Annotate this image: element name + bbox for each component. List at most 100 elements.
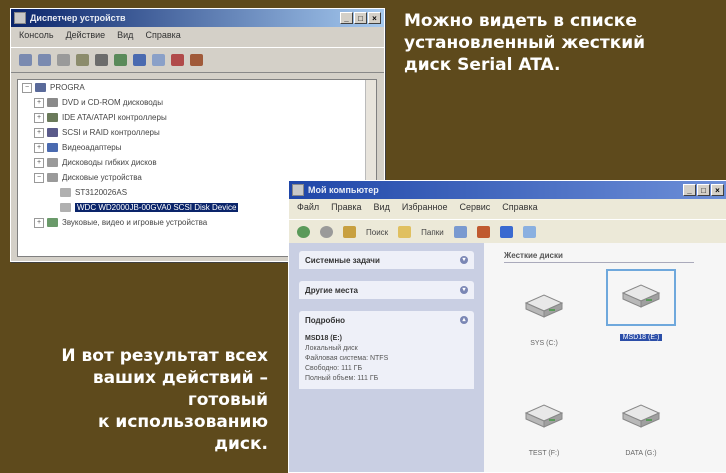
- folders-button[interactable]: Папки: [421, 228, 444, 237]
- chevron-icon[interactable]: ▴: [460, 316, 468, 324]
- properties-icon[interactable]: [76, 54, 89, 66]
- drive-item[interactable]: DATA (G:): [606, 391, 676, 457]
- caption-bottom-line: готовый: [187, 390, 268, 410]
- drive-label: SYS (C:): [530, 340, 558, 347]
- menu-item-edit[interactable]: Правка: [331, 202, 361, 216]
- hard-drive-icon: [621, 404, 661, 428]
- folders-icon[interactable]: [398, 226, 412, 238]
- menu-item-help[interactable]: Справка: [502, 202, 537, 216]
- forward-icon[interactable]: [320, 226, 333, 238]
- tree-item-label: PROGRA: [50, 83, 85, 92]
- drive-item-selected[interactable]: MSD18 (E:): [606, 269, 676, 344]
- ide-controller-icon: [47, 113, 58, 122]
- drive-frame: [606, 269, 676, 326]
- tree-item-label: Дисковые устройства: [62, 173, 142, 182]
- disable-icon[interactable]: [190, 54, 203, 66]
- panel-title: Системные задачи: [305, 255, 380, 265]
- tree-item[interactable]: − PROGRA: [18, 80, 376, 95]
- window-title: Мой компьютер: [308, 185, 379, 195]
- sound-device-icon: [47, 218, 58, 227]
- system-tasks-panel[interactable]: Системные задачи ▾: [299, 251, 474, 269]
- menu-item-view[interactable]: Вид: [374, 202, 390, 216]
- expand-icon[interactable]: +: [34, 127, 44, 138]
- forward-icon[interactable]: [38, 54, 51, 66]
- chevron-icon[interactable]: ▾: [460, 286, 468, 294]
- caption-top-line: установленный жесткий: [404, 33, 646, 53]
- expand-icon[interactable]: +: [34, 157, 44, 168]
- my-computer-titlebar[interactable]: Мой компьютер _ □ ×: [289, 181, 726, 199]
- detail-type: Локальный диск: [305, 345, 358, 352]
- caption-bottom: И вот результат всех ваших действий – го…: [40, 345, 268, 455]
- expand-icon[interactable]: +: [34, 217, 44, 228]
- back-icon[interactable]: [297, 226, 310, 238]
- search-button[interactable]: Поиск: [366, 228, 388, 237]
- maximize-button[interactable]: □: [697, 184, 710, 196]
- drive-label: DATA (G:): [625, 450, 657, 457]
- menu-item-favorites[interactable]: Избранное: [402, 202, 448, 216]
- toolbar: Поиск Папки: [289, 219, 726, 245]
- expand-icon[interactable]: +: [34, 97, 44, 108]
- scan-icon[interactable]: [133, 54, 146, 66]
- tree-item-label: Дисководы гибких дисков: [62, 158, 157, 167]
- task-pane: Системные задачи ▾ Другие места ▾ Подроб…: [289, 243, 484, 472]
- tree-item[interactable]: + DVD и CD-ROM дисководы: [18, 95, 376, 110]
- collapse-icon[interactable]: −: [34, 172, 44, 183]
- caption-bottom-line: ваших действий –: [92, 368, 268, 388]
- close-button[interactable]: ×: [368, 12, 381, 24]
- back-icon[interactable]: [19, 54, 32, 66]
- hard-disk-icon: [60, 188, 71, 197]
- my-computer-icon: [292, 184, 304, 196]
- uninstall-icon[interactable]: [171, 54, 184, 66]
- expand-icon[interactable]: +: [34, 112, 44, 123]
- update-driver-icon[interactable]: [152, 54, 165, 66]
- hard-drive-icon: [524, 404, 564, 428]
- tree-item[interactable]: + Видеоадаптеры: [18, 140, 376, 155]
- delete-icon[interactable]: [476, 226, 490, 238]
- up-icon[interactable]: [57, 54, 70, 66]
- computer-icon: [35, 83, 46, 92]
- menu-item-file[interactable]: Файл: [297, 202, 319, 216]
- print-icon[interactable]: [95, 54, 108, 66]
- tree-item[interactable]: + Дисководы гибких дисков: [18, 155, 376, 170]
- scsi-controller-icon: [47, 128, 58, 137]
- detail-filesystem: Файловая система: NTFS: [305, 355, 389, 362]
- chevron-icon[interactable]: ▾: [460, 256, 468, 264]
- tree-item[interactable]: + IDE ATA/ATAPI контроллеры: [18, 110, 376, 125]
- disk-drive-icon: [47, 173, 58, 182]
- collapse-icon[interactable]: −: [22, 82, 32, 93]
- device-manager-icon: [14, 12, 26, 24]
- views-icon[interactable]: [522, 226, 536, 238]
- drive-label: MSD18 (E:): [619, 334, 663, 341]
- move-icon[interactable]: [453, 226, 467, 238]
- caption-bottom-line: диск.: [214, 434, 268, 454]
- menu-item-view[interactable]: Вид: [117, 30, 133, 44]
- detail-free-space: Свободно: 111 ГБ: [305, 365, 363, 372]
- minimize-button[interactable]: _: [340, 12, 353, 24]
- minimize-button[interactable]: _: [683, 184, 696, 196]
- details-panel[interactable]: Подробно ▴: [299, 311, 474, 329]
- tree-item-label: Видеоадаптеры: [62, 143, 122, 152]
- maximize-button[interactable]: □: [354, 12, 367, 24]
- menu-item-console[interactable]: Консоль: [19, 30, 54, 44]
- help-icon[interactable]: [114, 54, 127, 66]
- close-button[interactable]: ×: [711, 184, 724, 196]
- window-title: Диспетчер устройств: [30, 13, 126, 23]
- drives-pane: Жесткие диски SYS (C:) MSD18 (E:) TEST (…: [484, 243, 726, 472]
- other-places-panel[interactable]: Другие места ▾: [299, 281, 474, 299]
- expand-icon[interactable]: +: [34, 142, 44, 153]
- floppy-drive-icon: [47, 158, 58, 167]
- tree-item[interactable]: + SCSI и RAID контроллеры: [18, 125, 376, 140]
- menu-item-action[interactable]: Действие: [66, 30, 106, 44]
- caption-top-line: диск Serial ATA.: [404, 55, 561, 75]
- my-computer-window: Мой компьютер _ □ × Файл Правка Вид Избр…: [288, 180, 726, 473]
- menu-item-help[interactable]: Справка: [145, 30, 180, 44]
- up-folder-icon[interactable]: [343, 226, 356, 238]
- undo-icon[interactable]: [499, 226, 513, 238]
- drive-item[interactable]: SYS (C:): [509, 281, 579, 347]
- drive-frame: [509, 391, 579, 444]
- drive-item[interactable]: TEST (F:): [509, 391, 579, 457]
- hard-drive-icon: [524, 294, 564, 318]
- device-manager-titlebar[interactable]: Диспетчер устройств _ □ ×: [11, 9, 384, 27]
- menu-item-tools[interactable]: Сервис: [459, 202, 490, 216]
- tree-item-label: Звуковые, видео и игровые устройства: [62, 218, 208, 227]
